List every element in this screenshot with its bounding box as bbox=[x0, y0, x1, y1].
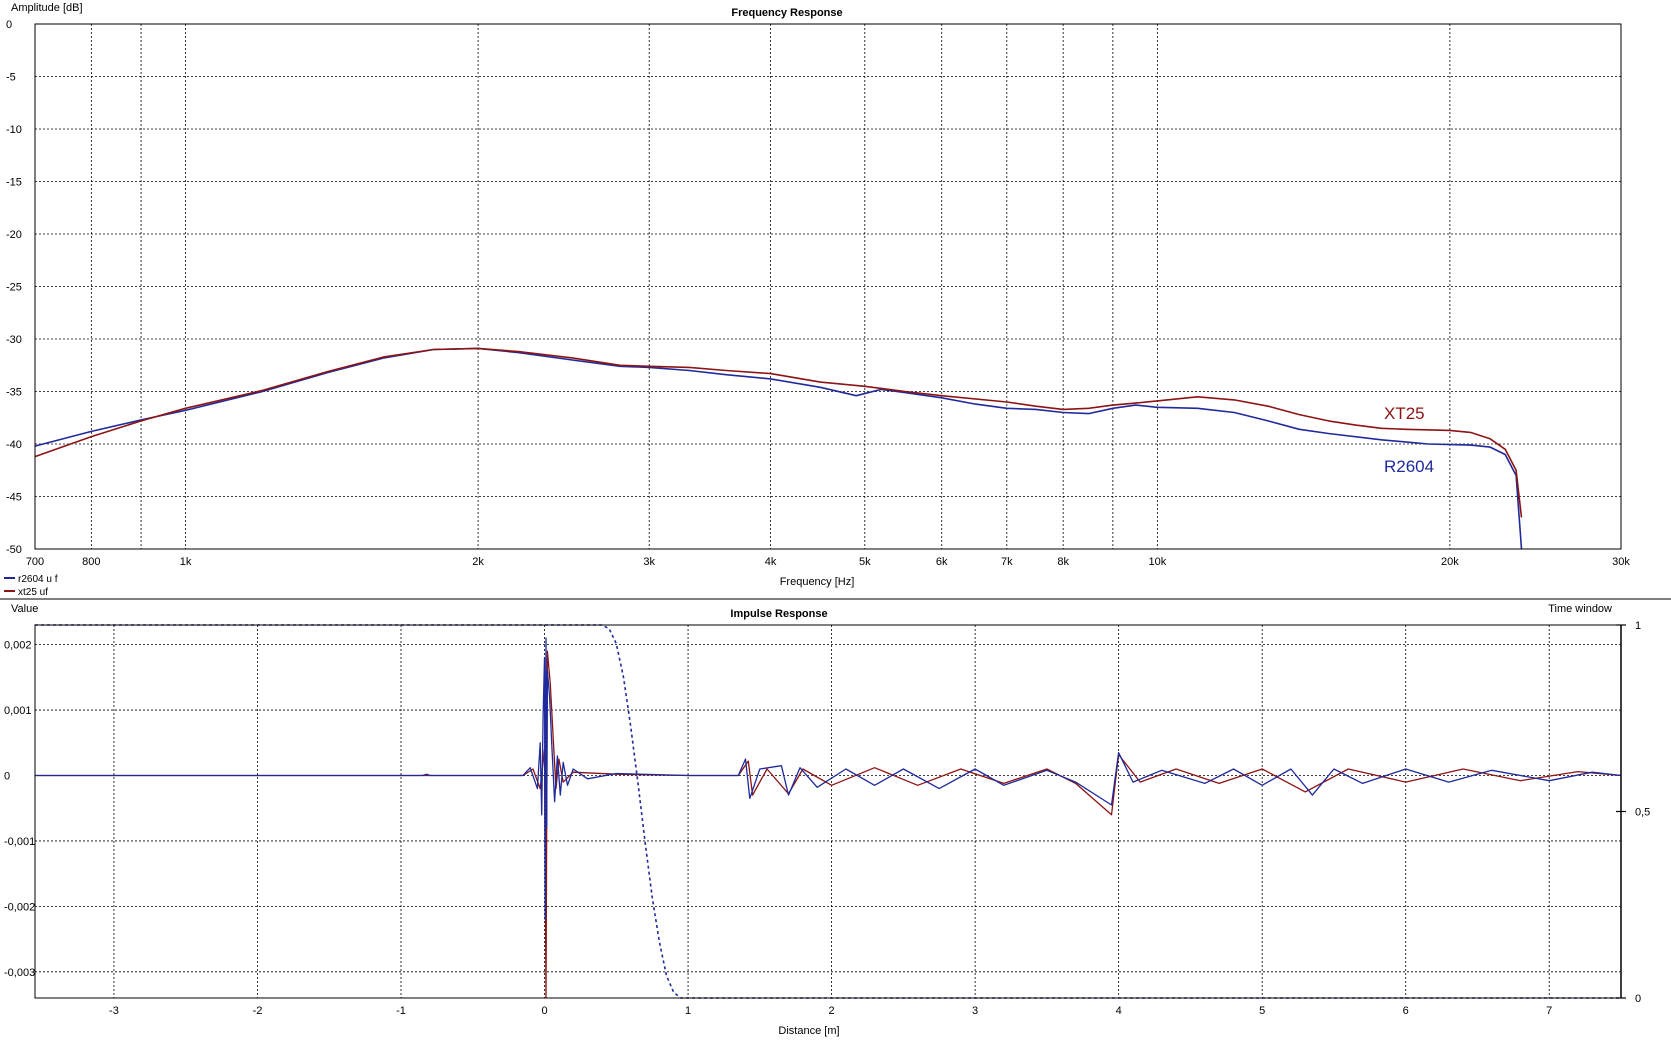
series-line-xt25-uf bbox=[35, 650, 1622, 999]
frequency-x-tick-label: 10k bbox=[1148, 556, 1166, 568]
impulse-x-axis-title: Distance [m] bbox=[778, 1025, 839, 1037]
frequency-series bbox=[34, 347, 1523, 550]
frequency-x-tick-label: 3k bbox=[643, 556, 655, 568]
frequency-y-tick-label: -45 bbox=[6, 492, 22, 504]
impulse-y2-tick-label: 0 bbox=[1635, 993, 1641, 1005]
frequency-y-tick-label: -20 bbox=[6, 229, 22, 241]
impulse-y-tick-labels: 0,002 0,001 0 -0,001 -0,002 -0,003 bbox=[4, 640, 35, 979]
impulse-y-tick-label: 0 bbox=[4, 771, 10, 783]
frequency-x-tick-label: 8k bbox=[1057, 556, 1069, 568]
impulse-y-axis-title: Value bbox=[11, 603, 38, 615]
frequency-y-tick-label: 0 bbox=[6, 19, 12, 31]
r2604-annotation: R2604 bbox=[1384, 457, 1434, 476]
impulse-y-tick-label: -0,001 bbox=[4, 836, 35, 848]
frequency-x-axis-title: Frequency [Hz] bbox=[780, 576, 855, 588]
frequency-y-tick-label: -10 bbox=[6, 124, 22, 136]
impulse-x-tick-label: 6 bbox=[1403, 1005, 1409, 1017]
frequency-y-tick-label: -50 bbox=[6, 544, 22, 556]
impulse-y-tick-label: -0,002 bbox=[4, 901, 35, 913]
frequency-x-tick-label: 800 bbox=[82, 556, 100, 568]
impulse-grid bbox=[35, 625, 1621, 998]
frequency-y-tick-label: -25 bbox=[6, 282, 22, 294]
frequency-x-tick-label: 30k bbox=[1612, 556, 1630, 568]
frequency-x-tick-label: 700 bbox=[26, 556, 44, 568]
frequency-y-tick-label: -15 bbox=[6, 177, 22, 189]
legend-label-r2604: r2604 u f bbox=[18, 574, 58, 585]
frequency-x-tick-label: 4k bbox=[765, 556, 777, 568]
impulse-series bbox=[35, 624, 1622, 999]
frequency-y-tick-label: -5 bbox=[6, 72, 16, 84]
impulse-x-tick-label: 4 bbox=[1116, 1005, 1122, 1017]
frequency-y-tick-label: -35 bbox=[6, 387, 22, 399]
series-line-r2604-u-f bbox=[35, 637, 1622, 921]
impulse-x-tick-label: 2 bbox=[829, 1005, 835, 1017]
impulse-x-tick-label: 0 bbox=[541, 1005, 547, 1017]
impulse-x-tick-labels: -3 -2 -1 0 1 2 3 4 5 6 7 bbox=[109, 1005, 1552, 1017]
impulse-y2-axis-title: Time window bbox=[1548, 603, 1612, 615]
impulse-x-tick-label: 5 bbox=[1259, 1005, 1265, 1017]
xt25-annotation: XT25 bbox=[1384, 404, 1425, 423]
frequency-x-tick-label: 2k bbox=[472, 556, 484, 568]
impulse-y2-tick-label: 1 bbox=[1635, 620, 1641, 632]
impulse-chart-title: Impulse Response bbox=[730, 608, 827, 620]
frequency-x-tick-label: 5k bbox=[859, 556, 871, 568]
frequency-y-tick-labels: 0 -5 -10 -15 -20 -25 -30 -35 -40 -45 -50 bbox=[6, 19, 22, 556]
impulse-x-tick-label: -1 bbox=[396, 1005, 406, 1017]
impulse-x-tick-label: 1 bbox=[685, 1005, 691, 1017]
frequency-y-axis-title: Amplitude [dB] bbox=[11, 2, 83, 14]
frequency-x-tick-label: 1k bbox=[180, 556, 192, 568]
series-line-r2604-u-f bbox=[34, 347, 1523, 550]
frequency-response-panel: Amplitude [dB] Frequency Response Freque… bbox=[4, 2, 1630, 598]
frequency-x-tick-label: 20k bbox=[1441, 556, 1459, 568]
frequency-chart-title: Frequency Response bbox=[731, 7, 842, 19]
impulse-y-tick-label: -0,003 bbox=[4, 967, 35, 979]
impulse-plot-frame bbox=[34, 624, 1622, 999]
series-line-xt25-uf bbox=[34, 347, 1523, 518]
impulse-x-tick-label: 7 bbox=[1546, 1005, 1552, 1017]
impulse-x-tick-label: -2 bbox=[253, 1005, 263, 1017]
impulse-y-tick-label: 0,001 bbox=[4, 705, 32, 717]
frequency-y-tick-label: -40 bbox=[6, 439, 22, 451]
series-line-time-window bbox=[35, 624, 1621, 999]
impulse-x-tick-label: -3 bbox=[109, 1005, 119, 1017]
chart-canvas: Amplitude [dB] Frequency Response Freque… bbox=[0, 2, 1671, 1037]
legend-label-xt25: xt25 uf bbox=[18, 587, 48, 598]
frequency-y-tick-label: -30 bbox=[6, 334, 22, 346]
frequency-x-tick-labels: 700 800 1k 2k 3k 4k 5k 6k 7k 8k 10k 20k 30k bbox=[26, 556, 1631, 568]
frequency-x-tick-label: 6k bbox=[936, 556, 948, 568]
impulse-y-tick-label: 0,002 bbox=[4, 640, 32, 652]
legend: r2604 u f xt25 uf bbox=[4, 574, 58, 598]
frequency-x-tick-label: 7k bbox=[1001, 556, 1013, 568]
impulse-y2-tick-label: 0,5 bbox=[1635, 807, 1650, 819]
impulse-x-tick-label: 3 bbox=[972, 1005, 978, 1017]
impulse-response-panel: Value Impulse Response Time window Dista… bbox=[4, 603, 1650, 1037]
